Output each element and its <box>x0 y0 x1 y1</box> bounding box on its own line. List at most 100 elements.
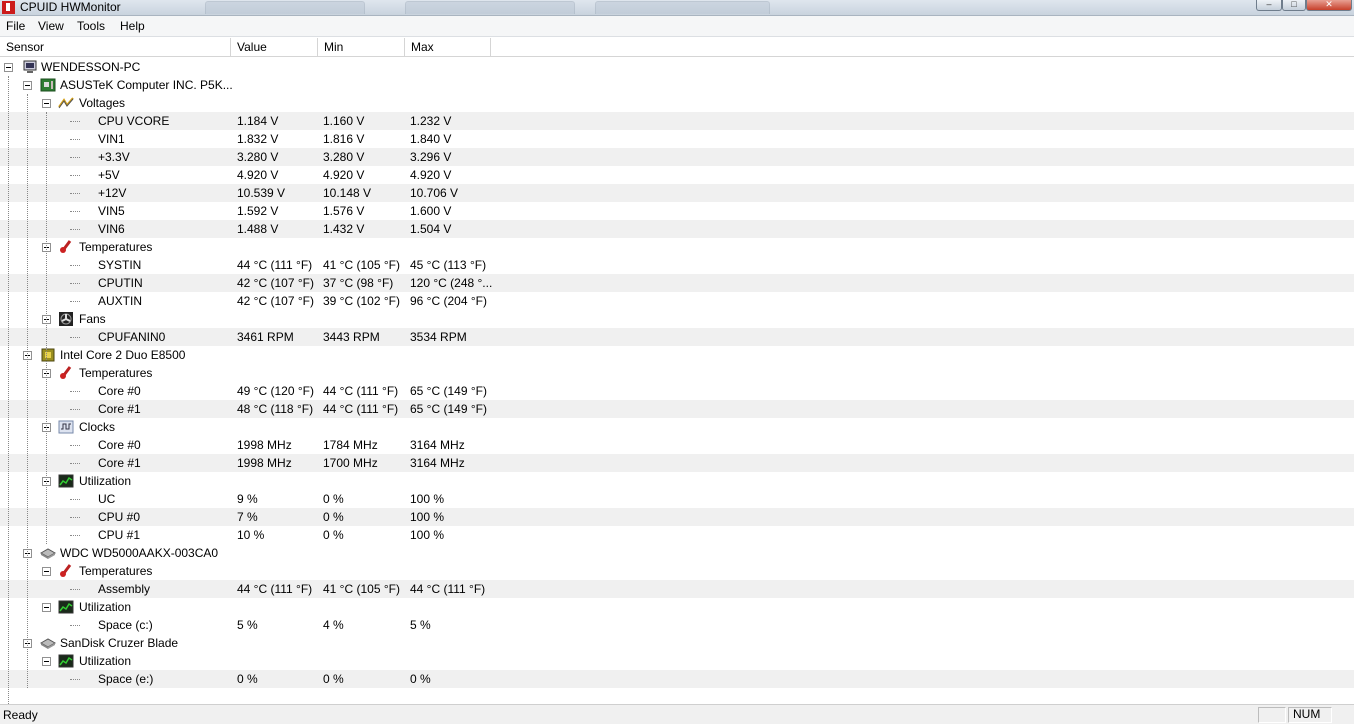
node-label: Utilization <box>79 654 132 668</box>
sensor-value: 9 % <box>237 492 258 506</box>
tree-node-row[interactable]: Utilization <box>0 598 1354 616</box>
sensor-row[interactable]: Assembly 44 °C (111 °F) 41 °C (105 °F) 44 °… <box>0 580 1354 598</box>
sensor-row[interactable]: +5V 4.920 V 4.920 V 4.920 V <box>0 166 1354 184</box>
sensor-row[interactable]: CPU #0 7 % 0 % 100 % <box>0 508 1354 526</box>
sensor-max: 100 % <box>410 492 445 506</box>
sensor-row[interactable]: Core #0 49 °C (120 °F) 44 °C (111 °F) 65 °C… <box>0 382 1354 400</box>
sensor-label: CPUFANIN0 <box>98 330 166 344</box>
background-window-tabs <box>205 0 1245 15</box>
sensor-min: 3443 RPM <box>323 330 380 344</box>
tree-node-row[interactable]: Fans <box>0 310 1354 328</box>
tree-node-row[interactable]: Utilization <box>0 472 1354 490</box>
close-button[interactable]: ✕ <box>1306 0 1352 11</box>
minimize-button[interactable]: – <box>1256 0 1282 11</box>
tree-connector <box>70 211 80 212</box>
sensor-label: +12V <box>98 186 127 200</box>
sensor-min: 37 °C (98 °F) <box>323 276 394 290</box>
tree-node-row[interactable]: Intel Core 2 Duo E8500 <box>0 346 1354 364</box>
sensor-row[interactable]: Core #0 1998 MHz 1784 MHz 3164 MHz <box>0 436 1354 454</box>
sensor-value: 42 °C (107 °F) <box>237 294 314 308</box>
sensor-max: 1.840 V <box>410 132 452 146</box>
collapse-toggle-icon[interactable] <box>42 657 51 666</box>
sensor-row[interactable]: Space (e:) 0 % 0 % 0 % <box>0 670 1354 688</box>
collapse-toggle-icon[interactable] <box>42 603 51 612</box>
column-min[interactable]: Min <box>318 38 405 57</box>
collapse-toggle-icon[interactable] <box>23 81 32 90</box>
sensor-label: Space (c:) <box>98 618 153 632</box>
tree-node-row[interactable]: Temperatures <box>0 364 1354 382</box>
maximize-button[interactable]: □ <box>1282 0 1306 11</box>
sensor-label: Core #0 <box>98 384 141 398</box>
tree-connector <box>70 193 80 194</box>
sensor-max: 96 °C (204 °F) <box>410 294 487 308</box>
sensor-value: 1998 MHz <box>237 438 292 452</box>
sensor-min: 1.816 V <box>323 132 365 146</box>
sensor-label: Assembly <box>98 582 151 596</box>
sensor-row[interactable]: Core #1 1998 MHz 1700 MHz 3164 MHz <box>0 454 1354 472</box>
menu-help[interactable]: Help <box>120 19 145 34</box>
sensor-value: 10 % <box>237 528 265 542</box>
sensor-row[interactable]: SYSTIN 44 °C (111 °F) 41 °C (105 °F) 45 °C … <box>0 256 1354 274</box>
menu-tools[interactable]: Tools <box>77 19 105 34</box>
column-max[interactable]: Max <box>405 38 491 57</box>
column-sensor[interactable]: Sensor <box>0 38 231 57</box>
tree-connector <box>70 283 80 284</box>
sensor-row[interactable]: UC 9 % 0 % 100 % <box>0 490 1354 508</box>
sensor-value: 7 % <box>237 510 258 524</box>
thermometer-icon <box>58 365 74 381</box>
sensor-row[interactable]: CPU VCORE 1.184 V 1.160 V 1.232 V <box>0 112 1354 130</box>
tree-node-row[interactable]: Clocks <box>0 418 1354 436</box>
tree-connector <box>70 409 80 410</box>
tree-node-row[interactable]: Voltages <box>0 94 1354 112</box>
sensor-row[interactable]: CPU #1 10 % 0 % 100 % <box>0 526 1354 544</box>
sensor-row[interactable]: AUXTIN 42 °C (107 °F) 39 °C (102 °F) 96 °C … <box>0 292 1354 310</box>
status-text: Ready <box>3 708 38 722</box>
sensor-row[interactable]: VIN5 1.592 V 1.576 V 1.600 V <box>0 202 1354 220</box>
sensor-max: 1.504 V <box>410 222 452 236</box>
app-icon <box>2 1 15 14</box>
sensor-max: 4.920 V <box>410 168 452 182</box>
sensor-value: 3.280 V <box>237 150 279 164</box>
sensor-max: 3164 MHz <box>410 456 465 470</box>
sensor-value: 1.832 V <box>237 132 279 146</box>
tree-connector <box>70 445 80 446</box>
sensor-row[interactable]: Core #1 48 °C (118 °F) 44 °C (111 °F) 65 °C… <box>0 400 1354 418</box>
sensor-row[interactable]: VIN6 1.488 V 1.432 V 1.504 V <box>0 220 1354 238</box>
sensor-max: 1.232 V <box>410 114 452 128</box>
sensor-row[interactable]: CPUFANIN0 3461 RPM 3443 RPM 3534 RPM <box>0 328 1354 346</box>
tree-node-row[interactable]: WENDESSON-PC <box>0 58 1354 76</box>
tree-connector <box>70 517 80 518</box>
sensor-label: +3.3V <box>98 150 130 164</box>
sensor-row[interactable]: Space (c:) 5 % 4 % 5 % <box>0 616 1354 634</box>
menu-file[interactable]: File <box>6 19 25 34</box>
sensor-tree[interactable]: WENDESSON-PC ASUSTeK Computer INC. P5K...… <box>0 58 1354 706</box>
sensor-max: 65 °C (149 °F) <box>410 402 487 416</box>
collapse-toggle-icon[interactable] <box>42 567 51 576</box>
tree-node-row[interactable]: Temperatures <box>0 238 1354 256</box>
sensor-max: 3.296 V <box>410 150 452 164</box>
sensor-min: 1.576 V <box>323 204 365 218</box>
collapse-toggle-icon[interactable] <box>42 99 51 108</box>
column-value[interactable]: Value <box>231 38 318 57</box>
tree-node-row[interactable]: WDC WD5000AAKX-003CA0 <box>0 544 1354 562</box>
sensor-row[interactable]: +12V 10.539 V 10.148 V 10.706 V <box>0 184 1354 202</box>
collapse-toggle-icon[interactable] <box>4 63 13 72</box>
node-label: WENDESSON-PC <box>41 60 141 74</box>
sensor-row[interactable]: VIN1 1.832 V 1.816 V 1.840 V <box>0 130 1354 148</box>
tree-node-row[interactable]: Utilization <box>0 652 1354 670</box>
menu-view[interactable]: View <box>38 19 64 34</box>
tree-node-row[interactable]: SanDisk Cruzer Blade <box>0 634 1354 652</box>
tree-node-row[interactable]: Temperatures <box>0 562 1354 580</box>
sensor-row[interactable]: CPUTIN 42 °C (107 °F) 37 °C (98 °F) 120 °C … <box>0 274 1354 292</box>
sensor-label: Space (e:) <box>98 672 154 686</box>
tree-connector <box>27 94 28 688</box>
clock-icon <box>58 419 74 435</box>
sensor-label: VIN5 <box>98 204 125 218</box>
sensor-value: 4.920 V <box>237 168 279 182</box>
sensor-min: 1700 MHz <box>323 456 378 470</box>
tree-connector <box>70 139 80 140</box>
node-label: Intel Core 2 Duo E8500 <box>60 348 186 362</box>
sensor-row[interactable]: +3.3V 3.280 V 3.280 V 3.296 V <box>0 148 1354 166</box>
tree-connector <box>70 499 80 500</box>
tree-node-row[interactable]: ASUSTeK Computer INC. P5K... <box>0 76 1354 94</box>
